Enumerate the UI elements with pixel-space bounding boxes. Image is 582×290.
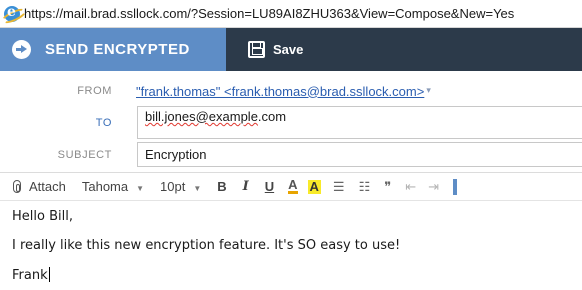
from-row: FROM "frank.thomas" <frank.thomas@brad.s… [0,79,582,103]
paperclip-icon[interactable] [13,180,21,193]
to-address-tld: .com [257,109,287,124]
font-size-select[interactable]: 10pt ▼ [160,179,201,194]
editor-toolbar: Attach Tahoma ▼ 10pt ▼ B I U A A ☰ ☷ ❞ ⇤ ⇥ [0,172,582,201]
font-family-value: Tahoma [81,179,129,194]
body-signature-line: Frank [12,267,50,283]
body-signature: Frank [12,268,48,283]
save-button[interactable]: Save [248,41,303,58]
attach-button[interactable]: Attach [29,179,66,194]
text-cursor [48,267,50,282]
message-body-editor[interactable]: Hello Bill, I really like this new encry… [0,201,582,290]
send-arrow-icon [12,40,31,59]
floppy-disk-icon [248,41,265,58]
save-label: Save [273,42,304,57]
font-size-value: 10pt [160,179,186,194]
font-color-button[interactable]: A [288,178,298,194]
bold-button[interactable]: B [217,179,226,194]
font-family-select[interactable]: Tahoma ▼ [82,179,144,194]
italic-button[interactable]: I [243,179,249,194]
subject-field[interactable]: Encryption [137,142,582,167]
url-text[interactable]: https://mail.brad.ssllock.com/?Session=L… [24,6,514,21]
internet-explorer-icon [4,4,20,22]
send-encrypted-label: SEND ENCRYPTED [45,41,190,58]
compose-toolbar: SEND ENCRYPTED Save [0,28,582,71]
underline-button[interactable]: U [265,179,274,194]
to-address-user: bill.jones@example [145,109,258,124]
chevron-down-icon[interactable]: ▾ [426,86,431,96]
body-message: I really like this new encryption featur… [12,238,401,253]
from-address-link[interactable]: "frank.thomas" <frank.thomas@brad.sslloc… [136,84,424,99]
to-field[interactable]: bill.jones@example.com [137,106,582,139]
subject-label: SUBJECT [57,148,112,161]
subject-row: SUBJECT Encryption [0,142,582,167]
chevron-down-icon: ▼ [136,184,145,193]
browser-address-bar[interactable]: https://mail.brad.ssllock.com/?Session=L… [0,0,582,28]
numbered-list-icon[interactable]: ☰ [333,179,345,195]
to-label[interactable]: TO [0,117,126,129]
highlight-color-button[interactable]: A [307,179,321,194]
to-row: TO bill.jones@example.com [0,106,582,139]
quote-icon[interactable]: ❞ [384,179,391,195]
toolbar-overflow-edge [453,178,458,195]
chevron-down-icon: ▼ [193,184,202,193]
from-label: FROM [77,85,112,97]
send-encrypted-button[interactable]: SEND ENCRYPTED [0,28,226,71]
body-greeting: Hello Bill, [12,209,73,224]
indent-icon[interactable]: ⇥ [428,179,439,195]
outdent-icon[interactable]: ⇤ [405,179,416,195]
bullet-list-icon[interactable]: ☷ [359,179,371,195]
